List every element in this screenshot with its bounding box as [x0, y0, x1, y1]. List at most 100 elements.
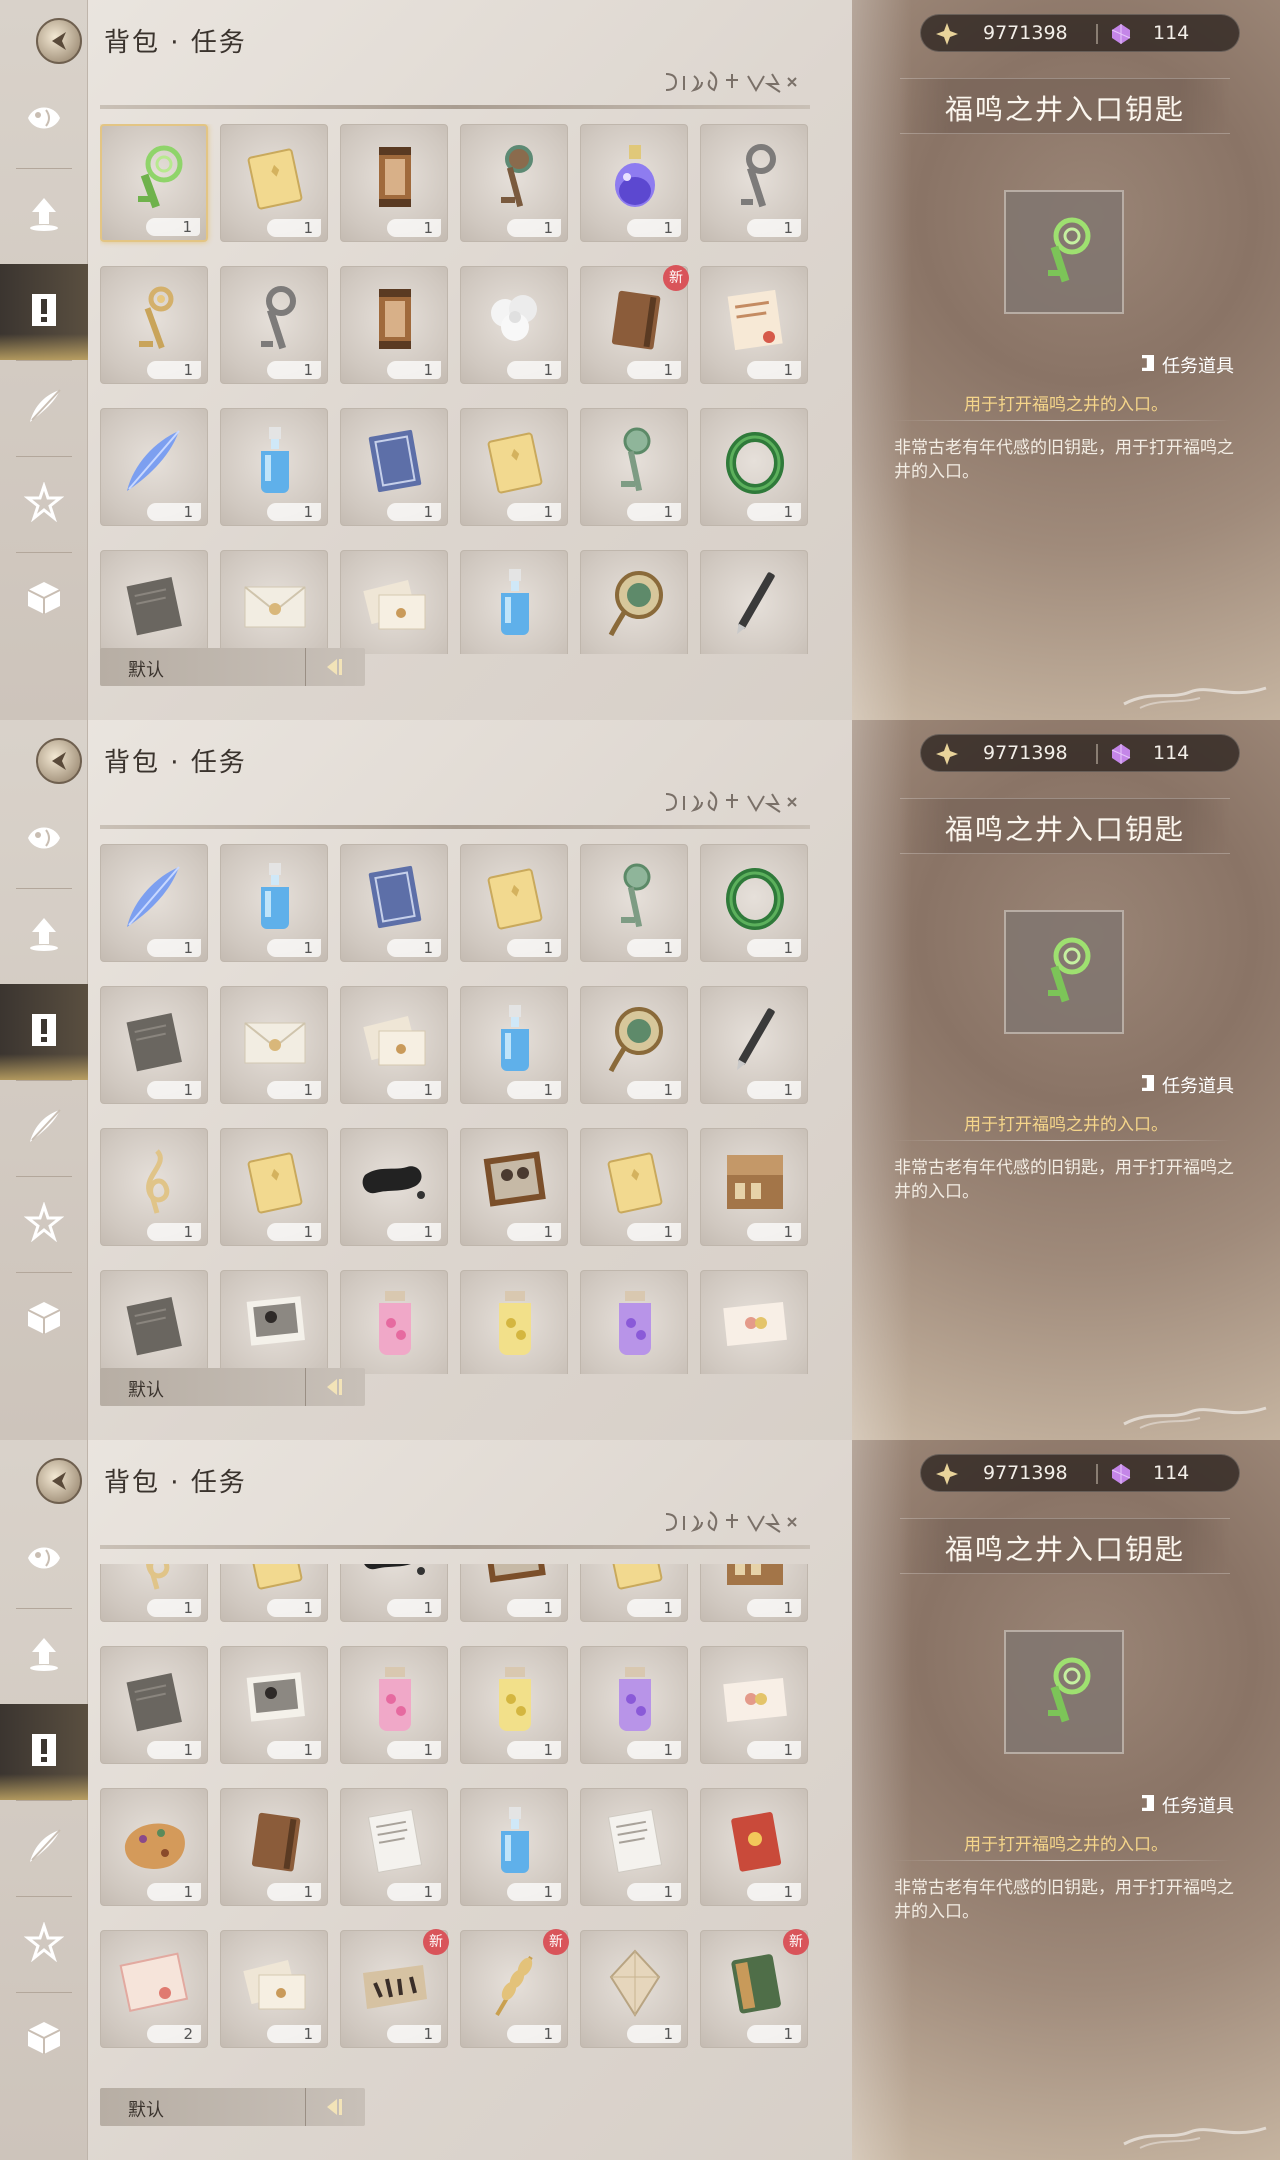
sidebar-item-fish[interactable]	[0, 792, 88, 888]
item-slot[interactable]: 1	[580, 1564, 688, 1622]
sidebar-item-quill[interactable]	[0, 360, 88, 456]
item-slot[interactable]: 1	[460, 1564, 568, 1622]
item-slot[interactable]: 1	[340, 1646, 448, 1764]
item-slot[interactable]: 1	[100, 1646, 208, 1764]
sidebar-item-quill[interactable]	[0, 1800, 88, 1896]
item-slot[interactable]	[100, 1270, 208, 1374]
item-slot[interactable]: 1	[700, 1564, 808, 1622]
item-slot[interactable]: 1	[340, 1564, 448, 1622]
sort-toggle-button[interactable]	[305, 2088, 365, 2126]
sort-toggle-button[interactable]	[305, 1368, 365, 1406]
item-slot[interactable]: 1	[700, 124, 808, 242]
item-slot[interactable]: 1	[220, 1564, 328, 1622]
sidebar-item-upload[interactable]	[0, 168, 88, 264]
item-slot[interactable]	[460, 1270, 568, 1374]
item-slot[interactable]	[580, 550, 688, 654]
item-slot[interactable]	[340, 1270, 448, 1374]
item-slot[interactable]	[220, 550, 328, 654]
sidebar-item-star[interactable]	[0, 1176, 88, 1272]
item-slot[interactable]: 1	[340, 266, 448, 384]
sidebar-item-fish[interactable]	[0, 72, 88, 168]
item-slot[interactable]	[700, 1270, 808, 1374]
sidebar-item-quest[interactable]	[0, 264, 88, 360]
item-slot[interactable]: 1	[100, 1564, 208, 1622]
item-slot[interactable]	[220, 1270, 328, 1374]
sidebar-item-star[interactable]	[0, 456, 88, 552]
item-slot[interactable]: 1	[340, 986, 448, 1104]
item-slot[interactable]	[700, 550, 808, 654]
item-slot[interactable]: 1	[340, 408, 448, 526]
item-slot[interactable]: 1	[580, 1930, 688, 2048]
item-slot[interactable]: 1	[460, 1646, 568, 1764]
item-slot[interactable]: 1	[460, 986, 568, 1104]
sidebar-item-star[interactable]	[0, 1896, 88, 1992]
item-slot[interactable]: 1	[100, 124, 208, 242]
item-slot[interactable]: 1	[460, 844, 568, 962]
item-grid[interactable]: 1 1 1 1 1 1 1 1 1 1 1新 1 1 1 1 1 1 1	[100, 124, 812, 654]
sort-toggle-button[interactable]	[305, 648, 365, 686]
item-slot[interactable]: 1	[580, 1646, 688, 1764]
item-slot[interactable]: 1新	[340, 1929, 449, 2048]
item-grid[interactable]: 1 1 1 1 1 1 1 1 1 1 1 1 1 1 1 1 1 1 2 1 …	[100, 1564, 812, 2094]
item-slot[interactable]: 1	[700, 986, 808, 1104]
item-slot[interactable]: 1	[700, 1788, 808, 1906]
item-slot[interactable]: 1	[460, 266, 568, 384]
item-slot[interactable]: 1	[220, 1788, 328, 1906]
item-slot[interactable]: 1	[580, 1128, 688, 1246]
item-slot[interactable]: 1	[700, 844, 808, 962]
item-slot[interactable]: 1	[340, 1788, 448, 1906]
item-slot[interactable]: 1	[100, 408, 208, 526]
item-slot[interactable]: 2	[100, 1930, 208, 2048]
item-slot[interactable]: 1	[340, 844, 448, 962]
item-slot[interactable]: 1新	[460, 1929, 569, 2048]
sort-dropdown[interactable]: 默认	[100, 2088, 365, 2126]
item-slot[interactable]: 1	[100, 266, 208, 384]
item-slot[interactable]: 1	[220, 266, 328, 384]
item-slot[interactable]	[340, 550, 448, 654]
item-slot[interactable]: 1	[460, 408, 568, 526]
item-slot[interactable]	[460, 550, 568, 654]
item-slot[interactable]: 1	[460, 1128, 568, 1246]
item-slot[interactable]: 1	[340, 124, 448, 242]
item-slot[interactable]: 1	[580, 408, 688, 526]
item-slot[interactable]: 1	[460, 124, 568, 242]
item-slot[interactable]: 1	[220, 1128, 328, 1246]
back-button[interactable]	[36, 738, 82, 784]
back-button[interactable]	[36, 18, 82, 64]
item-slot[interactable]: 1	[220, 1646, 328, 1764]
item-slot[interactable]	[100, 550, 208, 654]
sidebar-item-upload[interactable]	[0, 888, 88, 984]
sort-dropdown[interactable]: 默认	[100, 1368, 365, 1406]
item-slot[interactable]: 1	[700, 266, 808, 384]
item-slot[interactable]: 1	[580, 986, 688, 1104]
sidebar-item-quill[interactable]	[0, 1080, 88, 1176]
item-slot[interactable]: 1	[100, 1128, 208, 1246]
sidebar-item-cube[interactable]	[0, 1992, 88, 2088]
item-slot[interactable]: 1新	[700, 1929, 809, 2048]
item-slot[interactable]: 1	[700, 1128, 808, 1246]
item-slot[interactable]: 1	[220, 986, 328, 1104]
item-slot[interactable]: 1	[700, 408, 808, 526]
item-slot[interactable]: 1	[580, 844, 688, 962]
sidebar-item-quest[interactable]	[0, 1704, 88, 1800]
item-slot[interactable]: 1	[100, 986, 208, 1104]
item-slot[interactable]: 1	[220, 844, 328, 962]
item-slot[interactable]: 1新	[580, 265, 689, 384]
sidebar-item-cube[interactable]	[0, 1272, 88, 1368]
item-slot[interactable]: 1	[100, 1788, 208, 1906]
sidebar-item-fish[interactable]	[0, 1512, 88, 1608]
item-slot[interactable]	[580, 1270, 688, 1374]
item-slot[interactable]: 1	[580, 1788, 688, 1906]
sidebar-item-cube[interactable]	[0, 552, 88, 648]
back-button[interactable]	[36, 1458, 82, 1504]
item-slot[interactable]: 1	[340, 1128, 448, 1246]
item-slot[interactable]: 1	[220, 1930, 328, 2048]
item-grid[interactable]: 1 1 1 1 1 1 1 1 1 1 1 1 1 1 1 1 1 1	[100, 844, 812, 1374]
item-slot[interactable]: 1	[220, 124, 328, 242]
sidebar-item-upload[interactable]	[0, 1608, 88, 1704]
sidebar-item-quest[interactable]	[0, 984, 88, 1080]
item-slot[interactable]: 1	[460, 1788, 568, 1906]
sort-dropdown[interactable]: 默认	[100, 648, 365, 686]
item-slot[interactable]: 1	[220, 408, 328, 526]
item-slot[interactable]: 1	[580, 124, 688, 242]
